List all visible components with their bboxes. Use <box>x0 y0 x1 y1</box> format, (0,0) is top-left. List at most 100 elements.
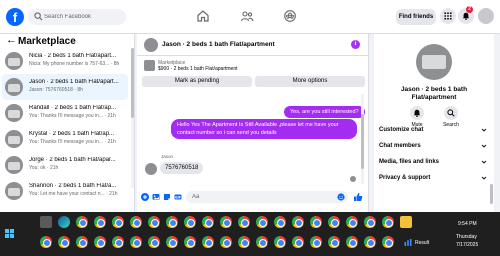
conversation-info-panel: Jason · 2 beds 1 bath Flat/apartment Mut… <box>374 34 494 212</box>
chat-members-row[interactable]: Chat members <box>379 140 489 152</box>
chrome-icon[interactable] <box>292 216 304 228</box>
menu-button[interactable] <box>440 8 456 24</box>
marketplace-inbox-sidebar: ← Marketplace Nicia · 2 beds 1 bath Flat… <box>0 34 135 212</box>
chrome-icon[interactable] <box>148 236 160 248</box>
privacy-support-row[interactable]: Privacy & support <box>379 172 489 184</box>
scrollbar-thumb[interactable] <box>131 48 134 118</box>
chrome-icon[interactable] <box>94 216 106 228</box>
home-icon[interactable] <box>196 9 210 23</box>
image-icon[interactable] <box>152 193 160 201</box>
message-input[interactable] <box>192 191 322 203</box>
sticker-icon[interactable] <box>163 193 171 201</box>
back-arrow-icon[interactable]: ← <box>6 34 17 46</box>
info-icon[interactable]: i <box>351 40 360 49</box>
chrome-icon[interactable] <box>130 216 142 228</box>
chrome-icon[interactable] <box>274 236 286 248</box>
profile-avatar[interactable] <box>478 8 494 24</box>
sidebar-scrollbar[interactable] <box>131 48 134 188</box>
chrome-icon[interactable] <box>274 216 286 228</box>
row-label: Privacy & support <box>379 175 431 181</box>
chrome-icon[interactable] <box>256 216 268 228</box>
conversation-avatar[interactable] <box>416 44 452 80</box>
thread-title: Krystal · 2 beds 1 bath Flat/ap... <box>29 131 115 137</box>
thread-item[interactable]: Nicia · 2 beds 1 bath Flat/apart... Nici… <box>2 48 128 74</box>
find-friends-button[interactable]: Find friends <box>396 9 436 25</box>
listing-thumbnail[interactable] <box>144 60 155 71</box>
groups-icon[interactable] <box>283 9 297 23</box>
listing-thumbnail <box>5 104 23 122</box>
chrome-icon[interactable] <box>184 216 196 228</box>
gif-icon[interactable]: GIF <box>174 193 182 201</box>
chrome-icon[interactable] <box>292 236 304 248</box>
thread-item-active[interactable]: Jason · 2 beds 1 bath Flat/apart... Jaso… <box>2 74 128 100</box>
chrome-icon[interactable] <box>130 236 142 248</box>
chrome-icon[interactable] <box>328 236 340 248</box>
chrome-icon[interactable] <box>166 236 178 248</box>
search-input[interactable] <box>44 9 124 25</box>
chrome-icon[interactable] <box>40 236 52 248</box>
chat-title[interactable]: Jason · 2 beds 1 bath Flat/apartment <box>162 41 275 48</box>
customize-chat-row[interactable]: Customize chat <box>379 124 489 136</box>
thread-title: Shannon · 2 beds 1 bath Flat/a... <box>29 183 117 189</box>
mark-as-pending-button[interactable]: Mark as pending <box>142 76 252 87</box>
search-box[interactable] <box>28 9 126 25</box>
chrome-icon[interactable] <box>166 216 178 228</box>
chrome-icon[interactable] <box>382 216 394 228</box>
chrome-icon[interactable] <box>148 216 160 228</box>
message-sender-name: Jason <box>161 154 174 159</box>
chrome-icon[interactable] <box>364 216 376 228</box>
thread-item[interactable]: Randall · 2 beds 1 bath Flat/ap... You: … <box>2 100 128 126</box>
more-options-button[interactable]: More options <box>255 76 365 87</box>
chrome-icon[interactable] <box>346 236 358 248</box>
chrome-icon[interactable] <box>220 236 232 248</box>
emoji-icon[interactable] <box>337 193 345 201</box>
plus-circle-icon[interactable] <box>141 193 149 201</box>
message-outgoing: Hello Yes The Apartment Is Still Availab… <box>171 119 357 139</box>
app-icon[interactable] <box>40 216 52 228</box>
message-composer: GIF <box>137 186 369 210</box>
chrome-icon[interactable] <box>328 216 340 228</box>
chrome-icon[interactable] <box>76 216 88 228</box>
listing-detail[interactable]: $900 · 2 beds 1 bath Flat/apartment <box>158 66 238 72</box>
thread-preview: You: ok · 21h <box>29 165 59 171</box>
chrome-icon[interactable] <box>310 216 322 228</box>
chat-avatar[interactable] <box>144 38 158 52</box>
chrome-icon[interactable] <box>76 236 88 248</box>
thread-item[interactable]: Krystal · 2 beds 1 bath Flat/ap... You: … <box>2 126 128 152</box>
facebook-logo-icon[interactable]: f <box>6 8 24 26</box>
chrome-icon[interactable] <box>184 236 196 248</box>
sender-avatar[interactable] <box>145 163 157 175</box>
chrome-icon[interactable] <box>346 216 358 228</box>
chrome-icon[interactable] <box>58 236 70 248</box>
thumbs-up-icon[interactable] <box>353 192 363 202</box>
clock-day[interactable]: Thursday <box>456 234 477 240</box>
result-label[interactable]: Result <box>415 240 429 246</box>
chat-scrollbar[interactable] <box>361 94 364 184</box>
chrome-icon[interactable] <box>238 216 250 228</box>
chrome-icon[interactable] <box>238 236 250 248</box>
friends-icon[interactable] <box>240 9 254 23</box>
chrome-icon[interactable] <box>364 236 376 248</box>
chrome-icon[interactable] <box>202 236 214 248</box>
clock-date[interactable]: 7/17/2025 <box>456 242 478 248</box>
chrome-icon[interactable] <box>94 236 106 248</box>
chrome-icon[interactable] <box>256 236 268 248</box>
edge-icon[interactable] <box>58 216 70 228</box>
chrome-icon[interactable] <box>112 236 124 248</box>
folder-icon[interactable] <box>400 216 412 228</box>
chrome-icon[interactable] <box>202 216 214 228</box>
chat-conversation-panel: Jason · 2 beds 1 bath Flat/apartment i M… <box>137 34 369 212</box>
chrome-icon[interactable] <box>310 236 322 248</box>
top-navigation-bar: f Find friends 2 <box>0 0 500 34</box>
info-panel-scrollbar[interactable] <box>490 184 493 204</box>
clock-time[interactable]: 9:54 PM <box>458 221 477 227</box>
thread-item[interactable]: Jorge · 2 beds 1 bath Flat/apar... You: … <box>2 152 128 178</box>
message-outgoing: Yes, are you still interested? <box>284 106 365 118</box>
media-files-links-row[interactable]: Media, files and links <box>379 156 489 168</box>
chrome-icon[interactable] <box>112 216 124 228</box>
chrome-icon[interactable] <box>220 216 232 228</box>
thread-item[interactable]: Shannon · 2 beds 1 bath Flat/a... You: L… <box>2 178 128 204</box>
chrome-icon[interactable] <box>382 236 394 248</box>
scrollbar-thumb[interactable] <box>361 114 364 169</box>
message-input-box[interactable] <box>186 191 348 203</box>
